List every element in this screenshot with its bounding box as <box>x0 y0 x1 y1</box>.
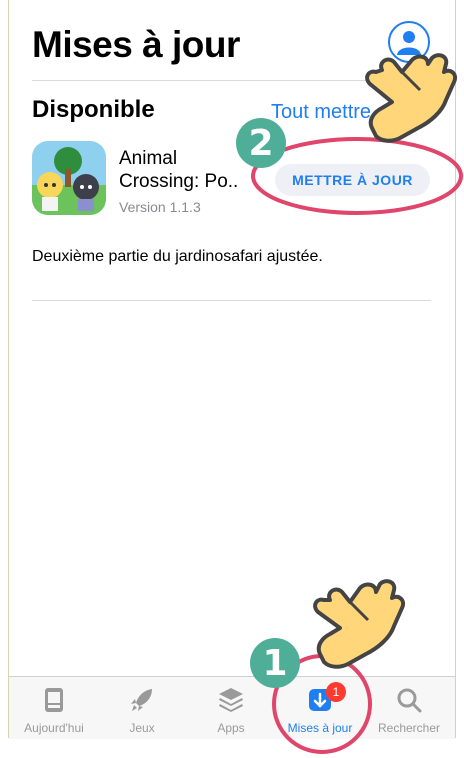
page-title: Mises à jour <box>32 24 240 65</box>
header-divider <box>32 80 431 81</box>
search-icon <box>397 688 422 713</box>
update-all-link[interactable]: Tout mettre <box>271 101 371 124</box>
layers-icon <box>219 688 243 712</box>
tab-label: Mises à jour <box>287 721 353 735</box>
update-count-badge: 1 <box>326 682 346 702</box>
app-icon[interactable] <box>32 141 106 215</box>
content-divider <box>32 300 431 301</box>
section-title: Disponible <box>32 96 155 123</box>
update-button[interactable]: METTRE À JOUR <box>275 164 430 196</box>
today-icon <box>45 688 63 712</box>
account-button[interactable] <box>388 21 430 63</box>
tab-apps[interactable]: Apps <box>186 677 276 739</box>
tab-label: Apps <box>217 721 245 735</box>
account-icon <box>392 25 426 59</box>
tab-games[interactable]: Jeux <box>97 677 187 739</box>
tab-search[interactable]: Rechercher <box>364 677 454 739</box>
step-1-badge: 1 <box>250 638 300 688</box>
tab-updates[interactable]: 1 Mises à jour <box>275 677 365 739</box>
step-2-badge: 2 <box>236 118 286 168</box>
tab-bar: Aujourd'hui Jeux Apps 1 Mises à jour Rec… <box>9 676 455 739</box>
app-version: Version 1.1.3 <box>119 199 201 215</box>
tab-label: Jeux <box>129 721 155 735</box>
rocket-icon <box>131 689 152 711</box>
tab-label: Rechercher <box>377 721 441 735</box>
tab-label: Aujourd'hui <box>24 721 84 735</box>
tab-today[interactable]: Aujourd'hui <box>9 677 99 739</box>
release-notes: Deuxième partie du jardinosafari ajustée… <box>32 248 323 265</box>
